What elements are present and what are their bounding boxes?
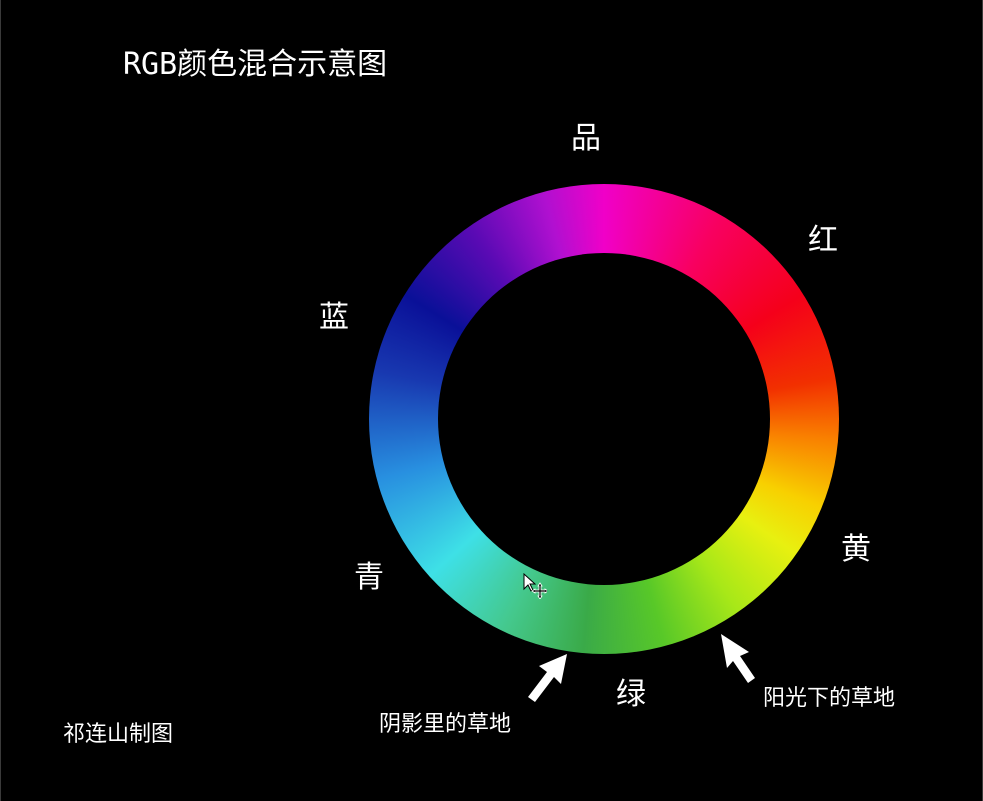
credit-text: 祁连山制图 xyxy=(63,722,174,747)
annotation-sunlit-grass: 阳光下的草地 xyxy=(763,686,896,711)
mouse-cursor-icon xyxy=(523,573,547,599)
annotation-shadow-grass: 阴影里的草地 xyxy=(379,712,512,737)
label-magenta: 品 xyxy=(571,121,601,156)
label-blue: 蓝 xyxy=(319,300,349,335)
shadow-grass-arrow xyxy=(528,654,567,702)
label-cyan: 青 xyxy=(354,560,384,595)
diagram-title: RGB颜色混合示意图 xyxy=(123,47,388,82)
label-red: 红 xyxy=(808,223,838,258)
label-yellow: 黄 xyxy=(841,532,871,567)
label-green: 绿 xyxy=(616,677,646,712)
diagram-canvas: RGB颜色混合示意图 品 红 蓝 黄 青 绿 阴影里的草地 阳光下的草地 祁连山… xyxy=(0,0,983,801)
color-wheel-center xyxy=(438,253,770,585)
